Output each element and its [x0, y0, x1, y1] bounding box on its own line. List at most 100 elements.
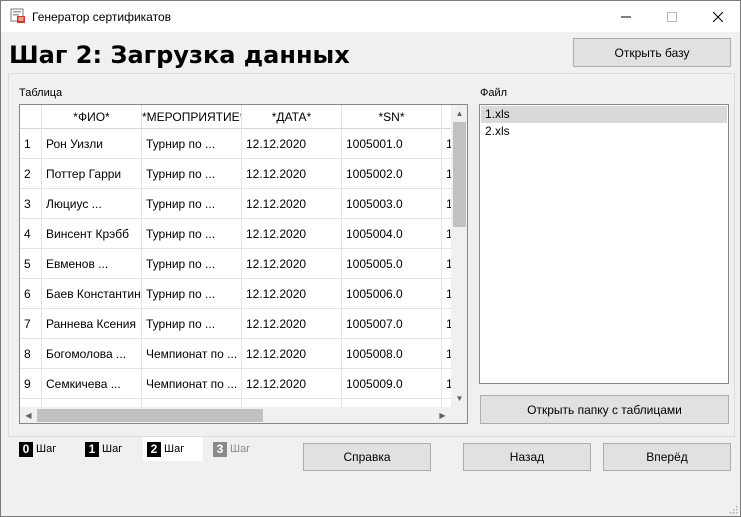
row-number: 8 — [20, 339, 42, 369]
row-number: 5 — [20, 249, 42, 279]
table-row[interactable]: 7 Раннева Ксения Турнир по ... 12.12.202… — [20, 309, 451, 339]
vertical-scroll-thumb[interactable] — [453, 122, 466, 227]
table-row[interactable]: 6 Баев Константин Турнир по ... 12.12.20… — [20, 279, 451, 309]
cell-extra[interactable]: 1 — [442, 189, 451, 219]
window-title: Генератор сертификатов — [32, 10, 171, 24]
tab-step-number: 0 — [19, 441, 33, 457]
horizontal-scroll-thumb[interactable] — [37, 409, 263, 422]
cell-date[interactable]: 12.12.2020 — [242, 339, 342, 369]
cell-extra[interactable]: 1 — [442, 159, 451, 189]
column-header-sn[interactable]: *SN* — [342, 105, 442, 129]
column-header-event[interactable]: *МЕРОПРИЯТИЕ* — [142, 105, 242, 129]
row-number: 2 — [20, 159, 42, 189]
cell-event[interactable]: Турнир по ... — [142, 129, 242, 159]
cell-extra[interactable]: 1 — [442, 339, 451, 369]
file-list[interactable]: 1.xls 2.xls — [479, 104, 729, 384]
scroll-up-icon[interactable]: ▲ — [451, 105, 467, 122]
close-button[interactable] — [695, 1, 740, 32]
table-row[interactable]: 3 Люциус ... Турнир по ... 12.12.2020 10… — [20, 189, 451, 219]
cell-sn[interactable]: 1005007.0 — [342, 309, 442, 339]
cell-event — [142, 399, 242, 407]
cell-date[interactable]: 12.12.2020 — [242, 369, 342, 399]
cell-extra[interactable]: 1 — [442, 249, 451, 279]
table-row — [20, 399, 451, 407]
cell-sn[interactable]: 1005002.0 — [342, 159, 442, 189]
scroll-down-icon[interactable]: ▼ — [451, 390, 467, 407]
cell-fio[interactable]: Винсент Крэбб — [42, 219, 142, 249]
scroll-corner — [451, 407, 467, 423]
app-window: Генератор сертификатов Шаг 2: Загрузка д… — [0, 0, 741, 517]
cell-event[interactable]: Чемпионат по ... — [142, 369, 242, 399]
cell-event[interactable]: Турнир по ... — [142, 189, 242, 219]
cell-fio[interactable]: Евменов ... — [42, 249, 142, 279]
cell-fio[interactable]: Баев Константин — [42, 279, 142, 309]
help-button[interactable]: Справка — [303, 443, 431, 471]
table-row[interactable]: 2 Поттер Гарри Турнир по ... 12.12.2020 … — [20, 159, 451, 189]
cell-extra[interactable]: 1 — [442, 129, 451, 159]
tab-step-0[interactable]: 0 Шаг — [15, 438, 71, 460]
cell-event[interactable]: Турнир по ... — [142, 159, 242, 189]
cell-date[interactable]: 12.12.2020 — [242, 189, 342, 219]
cell-event[interactable]: Чемпионат по ... — [142, 339, 242, 369]
maximize-icon — [667, 11, 677, 22]
cell-sn[interactable]: 1005008.0 — [342, 339, 442, 369]
cell-date[interactable]: 12.12.2020 — [242, 279, 342, 309]
cell-sn[interactable]: 1005006.0 — [342, 279, 442, 309]
cell-sn[interactable]: 1005004.0 — [342, 219, 442, 249]
cell-event[interactable]: Турнир по ... — [142, 219, 242, 249]
table-row[interactable]: 8 Богомолова ... Чемпионат по ... 12.12.… — [20, 339, 451, 369]
cell-fio[interactable]: Раннева Ксения — [42, 309, 142, 339]
file-group-label: Файл — [480, 87, 508, 99]
cell-fio[interactable]: Поттер Гарри — [42, 159, 142, 189]
file-item-2[interactable]: 2.xls — [481, 123, 727, 140]
cell-fio[interactable]: Богомолова ... — [42, 339, 142, 369]
cell-sn[interactable]: 1005005.0 — [342, 249, 442, 279]
cell-fio[interactable]: Семкичева ... — [42, 369, 142, 399]
table-row[interactable]: 9 Семкичева ... Чемпионат по ... 12.12.2… — [20, 369, 451, 399]
maximize-button[interactable] — [649, 1, 695, 32]
table-row[interactable]: 4 Винсент Крэбб Турнир по ... 12.12.2020… — [20, 219, 451, 249]
cell-event[interactable]: Турнир по ... — [142, 279, 242, 309]
open-tables-folder-button[interactable]: Открыть папку с таблицами — [480, 395, 729, 424]
row-number — [20, 399, 42, 407]
column-header-extra[interactable] — [442, 105, 451, 129]
cell-extra[interactable]: 1 — [442, 279, 451, 309]
tab-step-1[interactable]: 1 Шаг — [81, 438, 135, 460]
cell-date[interactable]: 12.12.2020 — [242, 219, 342, 249]
cell-sn[interactable]: 1005001.0 — [342, 129, 442, 159]
cell-extra[interactable]: 1 — [442, 369, 451, 399]
cell-sn[interactable]: 1005003.0 — [342, 189, 442, 219]
cell-extra[interactable]: 1 — [442, 219, 451, 249]
next-button[interactable]: Вперёд — [603, 443, 731, 471]
tab-step-label: Шаг — [36, 443, 57, 455]
minimize-button[interactable] — [603, 1, 649, 32]
scroll-right-icon[interactable]: ▶ — [434, 407, 451, 423]
tab-step-2[interactable]: 2 Шаг — [143, 437, 203, 461]
file-item-1[interactable]: 1.xls — [481, 106, 727, 123]
table-row[interactable]: 5 Евменов ... Турнир по ... 12.12.2020 1… — [20, 249, 451, 279]
table-row[interactable]: 1 Рон Уизли Турнир по ... 12.12.2020 100… — [20, 129, 451, 159]
cell-extra[interactable]: 1 — [442, 309, 451, 339]
row-number: 6 — [20, 279, 42, 309]
cell-event[interactable]: Турнир по ... — [142, 249, 242, 279]
horizontal-scrollbar[interactable]: ◀ ▶ — [20, 407, 451, 423]
cell-date[interactable]: 12.12.2020 — [242, 309, 342, 339]
tab-step-3: 3 Шаг — [209, 438, 263, 460]
back-button[interactable]: Назад — [463, 443, 591, 471]
cell-fio[interactable]: Люциус ... — [42, 189, 142, 219]
cell-fio — [42, 399, 142, 407]
cell-date[interactable]: 12.12.2020 — [242, 249, 342, 279]
cell-date[interactable]: 12.12.2020 — [242, 129, 342, 159]
cell-event[interactable]: Турнир по ... — [142, 309, 242, 339]
scroll-left-icon[interactable]: ◀ — [20, 407, 37, 423]
cell-date[interactable]: 12.12.2020 — [242, 159, 342, 189]
cell-fio[interactable]: Рон Уизли — [42, 129, 142, 159]
column-header-fio[interactable]: *ФИО* — [42, 105, 142, 129]
vertical-scrollbar[interactable]: ▲ ▼ — [451, 105, 467, 407]
cell-sn[interactable]: 1005009.0 — [342, 369, 442, 399]
open-database-button[interactable]: Открыть базу — [573, 38, 731, 67]
column-header-date[interactable]: *ДАТА* — [242, 105, 342, 129]
row-number: 4 — [20, 219, 42, 249]
resize-grip-icon[interactable] — [728, 504, 738, 514]
data-table[interactable]: *ФИО* *МЕРОПРИЯТИЕ* *ДАТА* *SN* 1 Рон Уи… — [19, 104, 468, 424]
